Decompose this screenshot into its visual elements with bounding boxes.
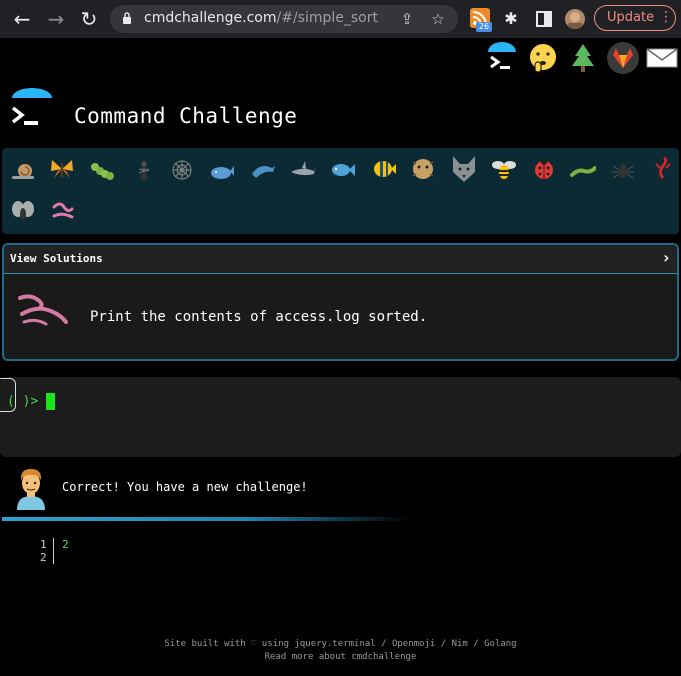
lock-icon	[123, 12, 131, 24]
footer-credits[interactable]: Site built with ♡ using jquery.terminal …	[0, 639, 681, 649]
spiderweb-icon[interactable]	[169, 158, 195, 182]
ant-icon[interactable]	[131, 159, 157, 183]
terminal-cursor[interactable]	[46, 393, 55, 410]
butterfly-icon[interactable]	[49, 157, 75, 181]
worm-icon	[18, 294, 68, 326]
spider-icon[interactable]	[610, 158, 636, 182]
address-bar[interactable]: cmdchallenge.com/#/simple_sort ⇪ ☆	[110, 5, 458, 33]
output-gutter	[53, 538, 54, 564]
fish-icon[interactable]	[330, 158, 356, 182]
terminal[interactable]	[0, 377, 681, 457]
forward-arrow-icon[interactable]: →	[44, 7, 68, 31]
browser-toolbar: ← → ↻ cmdchallenge.com/#/simple_sort ⇪ ☆…	[0, 0, 681, 38]
challenge-card: View Solutions › Print the contents of a…	[2, 243, 679, 361]
blowfish-icon[interactable]	[410, 157, 436, 181]
caterpillar-icon[interactable]	[89, 159, 115, 183]
tree-icon[interactable]	[567, 42, 599, 74]
page-title: Command Challenge	[74, 104, 298, 128]
extension-badge: 26	[476, 22, 492, 32]
challenge-task: Print the contents of access.log sorted.	[90, 309, 428, 325]
side-panel-icon[interactable]	[533, 8, 555, 30]
result-message: Correct! You have a new challenge!	[62, 480, 308, 494]
share-icon[interactable]: ⇪	[397, 9, 417, 29]
cmdchallenge-logo-icon	[11, 88, 52, 125]
url-host: cmdchallenge.com	[144, 10, 277, 26]
back-arrow-icon[interactable]: ←	[10, 7, 34, 31]
gitlab-icon[interactable]	[607, 42, 639, 74]
view-solutions-label: View Solutions	[10, 252, 103, 265]
challenge-progress-panel	[2, 148, 679, 234]
update-button[interactable]: Update ⋮	[594, 5, 676, 31]
lizard-icon[interactable]	[570, 159, 596, 183]
footer-read-more-link[interactable]: Read more about cmdchallenge	[0, 652, 681, 662]
result-divider	[2, 517, 412, 521]
bookmark-star-icon[interactable]: ☆	[428, 9, 448, 29]
worm-icon[interactable]	[50, 199, 76, 223]
bee-icon[interactable]	[491, 158, 517, 182]
output-line-number: 2	[40, 551, 47, 564]
url-path: /#/simple_sort	[276, 10, 378, 26]
view-solutions-header[interactable]: View Solutions ›	[4, 245, 677, 274]
snail-icon[interactable]	[10, 159, 36, 183]
fly-icon[interactable]	[10, 199, 36, 223]
shark-icon[interactable]	[290, 158, 316, 182]
person-emoji-icon	[17, 469, 45, 510]
puzzle-extensions-icon[interactable]: ✱	[500, 8, 522, 30]
kebab-menu-icon[interactable]: ⋮	[659, 9, 673, 25]
chevron-right-icon[interactable]: ›	[661, 248, 671, 267]
dolphin-icon[interactable]	[250, 158, 276, 182]
terminal-prompt: ( )>	[7, 394, 39, 409]
shushing-face-icon[interactable]	[527, 42, 559, 74]
terminal-icon[interactable]	[486, 42, 518, 74]
output-line-value: 2	[62, 538, 69, 551]
mail-icon[interactable]	[646, 42, 678, 74]
output-line-number: 1	[40, 538, 47, 551]
ladybug-icon[interactable]	[531, 157, 557, 181]
update-label: Update	[607, 10, 655, 25]
scorpion-icon[interactable]	[650, 156, 676, 180]
url-text[interactable]: cmdchallenge.com/#/simple_sort	[144, 10, 378, 26]
whale-icon[interactable]	[209, 159, 235, 183]
wolf-icon[interactable]	[449, 154, 479, 184]
tropical-fish-icon[interactable]	[371, 157, 397, 181]
profile-avatar[interactable]	[565, 9, 585, 29]
reload-icon[interactable]: ↻	[77, 7, 101, 31]
avatar-face-icon	[568, 12, 582, 29]
